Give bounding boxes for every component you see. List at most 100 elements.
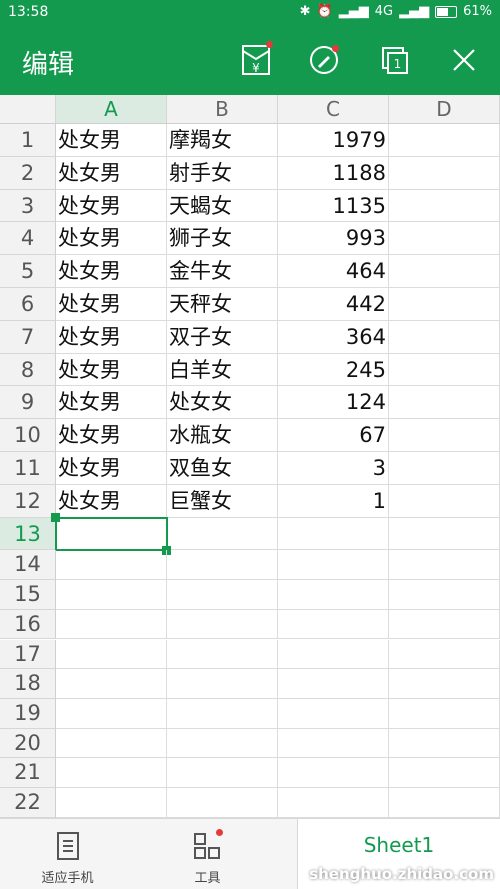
fit-phone-button[interactable]: 适应手机 bbox=[0, 819, 135, 889]
cell-c-1[interactable]: 1979 bbox=[278, 124, 389, 157]
row-header[interactable]: 11 bbox=[0, 452, 56, 485]
cell-a-15[interactable] bbox=[56, 580, 167, 610]
row-header[interactable]: 19 bbox=[0, 698, 56, 729]
cell-a-4[interactable]: 处女男 bbox=[56, 222, 167, 256]
cell-a-2[interactable]: 处女男 bbox=[56, 156, 167, 190]
column-header-b[interactable]: B bbox=[167, 95, 278, 124]
cell-c-15[interactable] bbox=[278, 580, 389, 610]
cell-d-6[interactable] bbox=[389, 288, 500, 321]
cell-d-13[interactable] bbox=[389, 517, 500, 551]
cell-c-4[interactable]: 993 bbox=[278, 222, 389, 256]
cell-d-21[interactable] bbox=[389, 758, 500, 788]
cell-c-13[interactable] bbox=[278, 517, 389, 551]
row-header[interactable]: 8 bbox=[0, 353, 56, 387]
cell-a-7[interactable]: 处女男 bbox=[56, 320, 167, 354]
row-header[interactable]: 21 bbox=[0, 758, 56, 788]
cell-b-3[interactable]: 天蝎女 bbox=[167, 189, 278, 223]
row-header[interactable]: 15 bbox=[0, 580, 56, 610]
cell-c-19[interactable] bbox=[278, 698, 389, 729]
cell-b-15[interactable] bbox=[167, 580, 278, 610]
cell-d-1[interactable] bbox=[389, 124, 500, 157]
cell-b-2[interactable]: 射手女 bbox=[167, 156, 278, 190]
row-header[interactable]: 9 bbox=[0, 386, 56, 420]
tools-button[interactable]: 工具 bbox=[140, 819, 275, 889]
cell-c-11[interactable]: 3 bbox=[278, 452, 389, 485]
cell-c-20[interactable] bbox=[278, 728, 389, 759]
cell-c-9[interactable]: 124 bbox=[278, 386, 389, 420]
cell-d-9[interactable] bbox=[389, 386, 500, 420]
cell-d-4[interactable] bbox=[389, 222, 500, 256]
pen-button[interactable] bbox=[304, 40, 344, 80]
cell-d-5[interactable] bbox=[389, 255, 500, 288]
column-header-a[interactable]: A bbox=[56, 95, 167, 124]
cell-c-14[interactable] bbox=[278, 550, 389, 581]
cell-d-15[interactable] bbox=[389, 580, 500, 610]
cell-d-16[interactable] bbox=[389, 609, 500, 640]
row-header[interactable]: 1 bbox=[0, 124, 56, 157]
cell-c-10[interactable]: 67 bbox=[278, 419, 389, 452]
cell-d-14[interactable] bbox=[389, 550, 500, 581]
close-button[interactable] bbox=[444, 40, 484, 80]
cell-c-8[interactable]: 245 bbox=[278, 353, 389, 387]
row-header[interactable]: 5 bbox=[0, 255, 56, 288]
cell-a-9[interactable]: 处女男 bbox=[56, 386, 167, 420]
cell-a-1[interactable]: 处女男 bbox=[56, 124, 167, 157]
cell-c-18[interactable] bbox=[278, 669, 389, 699]
cell-c-2[interactable]: 1188 bbox=[278, 156, 389, 190]
cell-d-12[interactable] bbox=[389, 484, 500, 518]
row-header[interactable]: 18 bbox=[0, 669, 56, 699]
row-header[interactable]: 14 bbox=[0, 550, 56, 581]
cell-a-8[interactable]: 处女男 bbox=[56, 353, 167, 387]
cell-b-8[interactable]: 白羊女 bbox=[167, 353, 278, 387]
cell-c-3[interactable]: 1135 bbox=[278, 189, 389, 223]
cell-b-4[interactable]: 狮子女 bbox=[167, 222, 278, 256]
cell-a-20[interactable] bbox=[56, 728, 167, 759]
row-header[interactable]: 17 bbox=[0, 639, 56, 670]
row-header[interactable]: 7 bbox=[0, 320, 56, 354]
cell-c-17[interactable] bbox=[278, 639, 389, 670]
cell-b-9[interactable]: 处女女 bbox=[167, 386, 278, 420]
row-header[interactable]: 13 bbox=[0, 517, 56, 551]
cell-b-12[interactable]: 巨蟹女 bbox=[167, 484, 278, 518]
cell-a-14[interactable] bbox=[56, 550, 167, 581]
cell-c-22[interactable] bbox=[278, 788, 389, 818]
sheet-count-button[interactable]: 1 bbox=[375, 40, 415, 80]
cell-b-19[interactable] bbox=[167, 698, 278, 729]
cell-c-5[interactable]: 464 bbox=[278, 255, 389, 288]
cell-b-5[interactable]: 金牛女 bbox=[167, 255, 278, 288]
cell-a-22[interactable] bbox=[56, 788, 167, 818]
reward-button[interactable]: ¥ bbox=[236, 40, 276, 80]
cell-c-21[interactable] bbox=[278, 758, 389, 788]
cell-a-21[interactable] bbox=[56, 758, 167, 788]
row-header[interactable]: 10 bbox=[0, 419, 56, 452]
cell-c-12[interactable]: 1 bbox=[278, 484, 389, 518]
cell-d-17[interactable] bbox=[389, 639, 500, 670]
selection-handle-top-left[interactable] bbox=[51, 512, 60, 522]
cell-d-18[interactable] bbox=[389, 669, 500, 699]
cell-a-12[interactable]: 处女男 bbox=[56, 484, 167, 518]
cell-b-22[interactable] bbox=[167, 788, 278, 818]
cell-b-11[interactable]: 双鱼女 bbox=[167, 452, 278, 485]
cell-d-11[interactable] bbox=[389, 452, 500, 485]
cell-b-13[interactable] bbox=[167, 517, 278, 551]
selection-box[interactable] bbox=[55, 516, 168, 552]
cell-b-10[interactable]: 水瓶女 bbox=[167, 419, 278, 452]
column-header-d[interactable]: D bbox=[389, 95, 500, 124]
cell-b-16[interactable] bbox=[167, 609, 278, 640]
cell-d-10[interactable] bbox=[389, 419, 500, 452]
cell-c-6[interactable]: 442 bbox=[278, 288, 389, 321]
row-header[interactable]: 4 bbox=[0, 222, 56, 256]
row-header[interactable]: 12 bbox=[0, 484, 56, 518]
cell-b-1[interactable]: 摩羯女 bbox=[167, 124, 278, 157]
row-header[interactable]: 3 bbox=[0, 189, 56, 223]
cell-a-6[interactable]: 处女男 bbox=[56, 288, 167, 321]
cell-b-18[interactable] bbox=[167, 669, 278, 699]
cell-d-19[interactable] bbox=[389, 698, 500, 729]
cell-c-7[interactable]: 364 bbox=[278, 320, 389, 354]
row-header[interactable]: 2 bbox=[0, 156, 56, 190]
cell-b-6[interactable]: 天秤女 bbox=[167, 288, 278, 321]
row-header[interactable]: 16 bbox=[0, 609, 56, 640]
column-header-c[interactable]: C bbox=[278, 95, 389, 124]
cell-a-19[interactable] bbox=[56, 698, 167, 729]
row-header[interactable]: 6 bbox=[0, 288, 56, 321]
